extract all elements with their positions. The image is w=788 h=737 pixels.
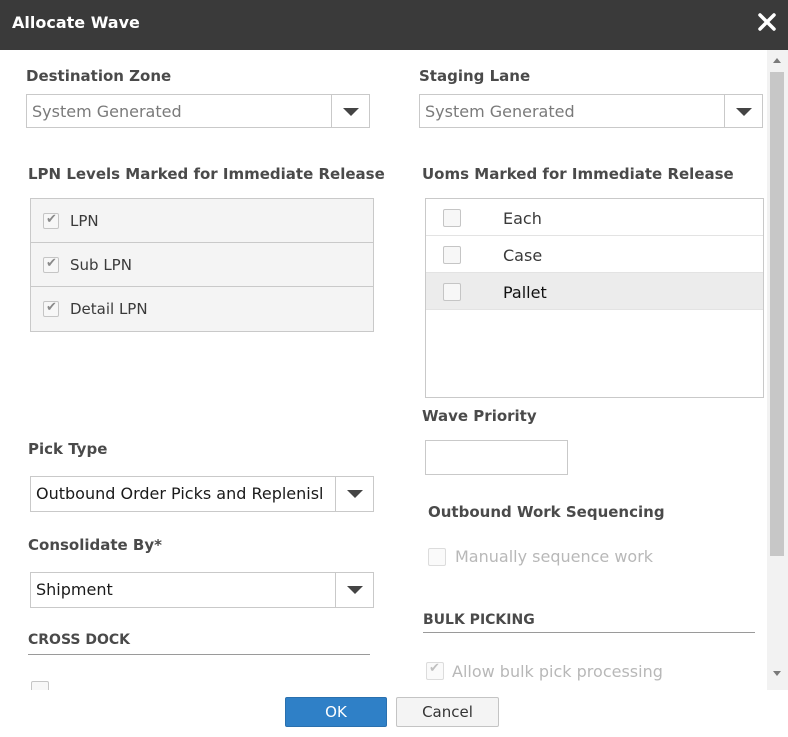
cross-dock-heading: CROSS DOCK	[28, 632, 131, 648]
each-checkbox[interactable]	[443, 209, 461, 227]
dialog-body[interactable]: Destination Zone System Generated Stagin…	[0, 50, 788, 690]
consolidate-by-select[interactable]: Shipment	[30, 572, 374, 608]
uoms-list: Each Case Pallet	[425, 198, 764, 398]
wave-priority-input[interactable]	[425, 440, 568, 475]
destination-zone-label: Destination Zone	[26, 67, 172, 85]
list-item[interactable]: Each	[426, 199, 763, 236]
ok-button[interactable]: OK	[285, 697, 387, 727]
list-item[interactable]: Case	[426, 236, 763, 273]
chevron-down-icon[interactable]	[335, 477, 373, 511]
destination-zone-select[interactable]: System Generated	[26, 94, 370, 128]
lpn-levels-list: LPN Sub LPN Detail LPN	[30, 198, 374, 332]
scroll-thumb[interactable]	[770, 72, 784, 556]
pick-type-value: Outbound Order Picks and Replenisl	[36, 484, 324, 503]
consolidate-by-value: Shipment	[36, 580, 113, 599]
cross-dock-checkbox[interactable]	[31, 681, 49, 690]
pallet-checkbox[interactable]	[443, 283, 461, 301]
dialog-titlebar: Allocate Wave	[0, 0, 788, 50]
chevron-down-icon[interactable]	[724, 95, 762, 127]
manual-sequence-checkbox	[428, 548, 446, 566]
list-item-label: Pallet	[503, 283, 547, 302]
bulk-pick-checkbox	[426, 661, 444, 680]
list-item[interactable]: Sub LPN	[31, 243, 373, 287]
destination-zone-value: System Generated	[32, 102, 182, 121]
lpn-levels-label: LPN Levels Marked for Immediate Release	[28, 165, 385, 183]
case-checkbox[interactable]	[443, 246, 461, 264]
bulk-picking-heading: BULK PICKING	[423, 612, 535, 628]
staging-lane-label: Staging Lane	[419, 67, 531, 85]
pick-type-label: Pick Type	[28, 440, 108, 458]
vertical-scrollbar[interactable]	[767, 50, 788, 690]
detail-lpn-checkbox[interactable]	[43, 300, 59, 317]
list-item-label: Each	[503, 209, 542, 228]
consolidate-by-label: Consolidate By*	[28, 536, 162, 554]
divider	[28, 654, 370, 655]
divider	[423, 632, 755, 633]
chevron-down-icon[interactable]	[335, 573, 373, 607]
dialog-footer: OK Cancel	[0, 690, 788, 737]
list-item-label: Case	[503, 246, 543, 265]
lpn-checkbox[interactable]	[43, 212, 59, 229]
sub-lpn-checkbox[interactable]	[43, 256, 59, 273]
manual-sequence-label: Manually sequence work	[455, 547, 654, 566]
chevron-down-icon[interactable]	[331, 95, 369, 127]
scroll-up-icon[interactable]	[773, 58, 781, 63]
list-item[interactable]: Pallet	[426, 273, 763, 310]
staging-lane-value: System Generated	[425, 102, 575, 121]
list-item-label: LPN	[70, 212, 99, 230]
bulk-pick-label: Allow bulk pick processing	[452, 662, 663, 681]
list-item-label: Sub LPN	[70, 256, 132, 274]
dialog-title: Allocate Wave	[12, 13, 140, 32]
list-item[interactable]: LPN	[31, 199, 373, 243]
outbound-work-sequencing-label: Outbound Work Sequencing	[428, 503, 665, 521]
cancel-button[interactable]: Cancel	[396, 697, 499, 727]
pick-type-select[interactable]: Outbound Order Picks and Replenisl	[30, 476, 374, 512]
close-icon[interactable]	[756, 11, 778, 33]
scroll-down-icon[interactable]	[773, 671, 781, 676]
list-item-label: Detail LPN	[70, 300, 148, 318]
staging-lane-select[interactable]: System Generated	[419, 94, 763, 128]
allocate-wave-dialog: Allocate Wave Destination Zone System Ge…	[0, 0, 788, 737]
list-item[interactable]: Detail LPN	[31, 287, 373, 331]
wave-priority-label: Wave Priority	[422, 407, 537, 425]
uoms-label: Uoms Marked for Immediate Release	[422, 165, 734, 183]
